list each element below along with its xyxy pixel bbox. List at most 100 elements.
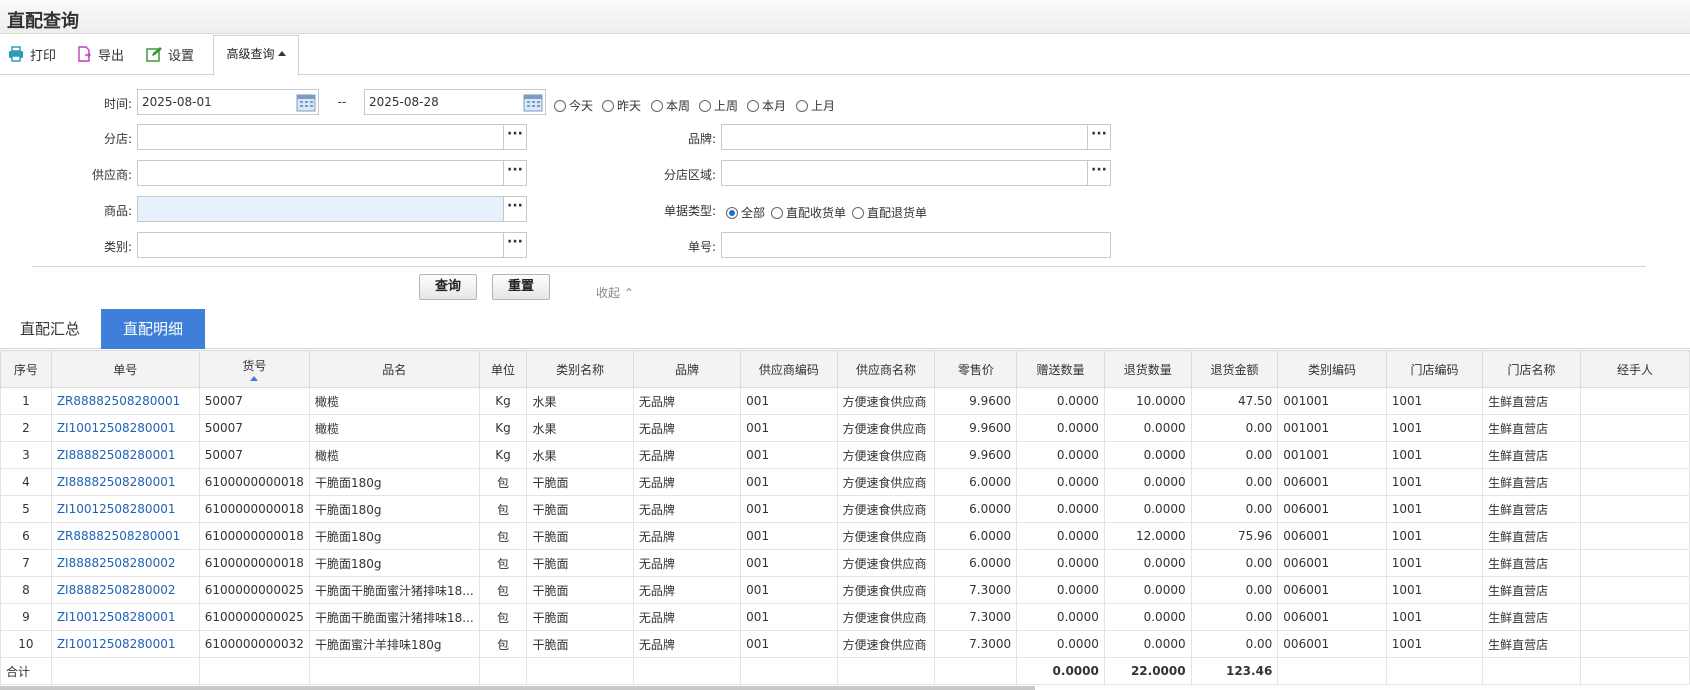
doc-number-link[interactable]: ZI88882508280001 xyxy=(50,468,200,496)
table-cell: 0.0000 xyxy=(1103,576,1192,604)
radio-label: 上周 xyxy=(714,99,739,113)
radio-yesterday[interactable]: 昨天 xyxy=(602,97,641,114)
radio-last-week[interactable]: 上周 xyxy=(699,97,738,114)
radio-circle xyxy=(651,99,663,112)
brand-input[interactable] xyxy=(721,124,1088,150)
table-row[interactable]: 3 ZI88882508280001 50007 橄榄 Kg 水果 无品牌 001 方便速食供应… xyxy=(0,441,1690,469)
doc-number-link[interactable]: ZI88882508280002 xyxy=(50,549,200,577)
collapse-link[interactable]: 收起 ⌃ xyxy=(596,284,634,301)
column-header[interactable]: 品名 xyxy=(308,350,480,388)
doc-number-link[interactable]: ZR88882508280001 xyxy=(50,522,200,550)
column-header[interactable]: 门店名称 xyxy=(1482,350,1581,388)
category-picker-button[interactable]: ··· xyxy=(503,232,527,258)
table-row[interactable]: 9 ZI10012508280001 6100000000025 干脆面干脆面蜜汁猪排… xyxy=(0,603,1690,631)
supplier-input[interactable] xyxy=(137,160,504,186)
column-header[interactable]: 品牌 xyxy=(632,350,742,388)
table-cell: 生鲜直营店 xyxy=(1482,603,1581,631)
radio-last-month[interactable]: 上月 xyxy=(796,97,835,114)
store-picker-button[interactable]: ··· xyxy=(503,124,527,150)
column-header[interactable]: 供应商编码 xyxy=(740,350,838,388)
radio-today[interactable]: 今天 xyxy=(554,97,593,114)
region-input[interactable] xyxy=(721,160,1088,186)
date-to-input[interactable]: 2025-08-28 xyxy=(364,89,546,115)
doc-number-link[interactable]: ZI10012508280001 xyxy=(50,630,200,658)
table-row[interactable]: 8 ZI88882508280002 6100000000025 干脆面干脆面蜜汁猪排… xyxy=(0,576,1690,604)
column-header[interactable]: 类别名称 xyxy=(526,350,634,388)
doc-number-link[interactable]: ZI10012508280001 xyxy=(50,414,200,442)
doc-number-link[interactable]: ZR88882508280001 xyxy=(50,387,200,415)
docno-input[interactable] xyxy=(721,232,1111,258)
horizontal-scrollbar[interactable] xyxy=(0,686,1035,690)
table-cell: 无品牌 xyxy=(632,387,742,415)
reset-button[interactable]: 重置 xyxy=(492,274,550,300)
radio-doctype-all[interactable]: 全部 xyxy=(726,204,765,221)
supplier-picker-button[interactable]: ··· xyxy=(503,160,527,186)
table-cell: 0.0000 xyxy=(1016,549,1105,577)
table-cell: 0.00 xyxy=(1190,495,1279,523)
table-cell: 1001 xyxy=(1385,495,1484,523)
column-header[interactable]: 单位 xyxy=(478,350,528,388)
column-header[interactable]: 类别编码 xyxy=(1277,350,1387,388)
table-cell: 0.00 xyxy=(1190,603,1279,631)
query-button[interactable]: 查询 xyxy=(419,274,477,300)
table-cell: 无品牌 xyxy=(632,630,742,658)
total-cell: 123.46 xyxy=(1190,657,1279,685)
radio-doctype-return[interactable]: 直配退货单 xyxy=(852,204,927,221)
table-row[interactable]: 7 ZI88882508280002 6100000000018 干脆面180g 包干脆… xyxy=(0,549,1690,577)
column-header[interactable]: 门店编码 xyxy=(1385,350,1484,388)
doc-number-link[interactable]: ZI88882508280002 xyxy=(50,576,200,604)
column-header[interactable]: 零售价 xyxy=(934,350,1018,388)
category-input[interactable] xyxy=(137,232,504,258)
radio-label: 直配退货单 xyxy=(867,206,928,220)
radio-this-week[interactable]: 本周 xyxy=(651,97,690,114)
table-cell: 干脆面 xyxy=(526,468,634,496)
column-header[interactable]: 退货数量 xyxy=(1103,350,1192,388)
brand-picker-button[interactable]: ··· xyxy=(1087,124,1111,150)
column-header-label: 赠送数量 xyxy=(1036,362,1085,377)
column-header[interactable]: 退货金额 xyxy=(1190,350,1279,388)
table-row[interactable]: 6 ZR88882508280001 6100000000018 干脆面180g 包干脆… xyxy=(0,522,1690,550)
column-header-label: 门店名称 xyxy=(1507,362,1556,377)
table-cell: 006001 xyxy=(1277,468,1387,496)
print-button[interactable]: 打印 xyxy=(8,44,56,64)
radio-doctype-receipt[interactable]: 直配收货单 xyxy=(771,204,846,221)
table-cell: 001 xyxy=(740,414,838,442)
table-cell: 50007 xyxy=(198,387,310,415)
column-header[interactable]: 单号 xyxy=(50,350,200,388)
total-cell xyxy=(198,657,310,685)
tab-detail[interactable]: 直配明细 xyxy=(101,309,205,349)
store-input[interactable] xyxy=(137,124,504,150)
column-header-label: 类别编码 xyxy=(1308,362,1357,377)
table-cell xyxy=(1579,495,1690,523)
column-header-label: 品牌 xyxy=(674,362,699,377)
tab-summary[interactable]: 直配汇总 xyxy=(0,309,100,349)
doc-number-link[interactable]: ZI10012508280001 xyxy=(50,495,200,523)
advanced-query-tab[interactable]: 高级查询 xyxy=(213,35,299,76)
export-button[interactable]: 导出 xyxy=(76,44,124,64)
table-row[interactable]: 10 ZI10012508280001 6100000000032 干脆面蜜汁羊排味1… xyxy=(0,630,1690,658)
table-cell: 1001 xyxy=(1385,522,1484,550)
table-row[interactable]: 4 ZI88882508280001 6100000000018 干脆面180g 包干脆… xyxy=(0,468,1690,496)
table-row[interactable]: 1 ZR88882508280001 50007 橄榄 Kg 水果 无品牌 001 方便速食供应… xyxy=(0,387,1690,415)
product-input[interactable] xyxy=(137,196,504,222)
column-header[interactable]: 序号 xyxy=(0,350,52,388)
radio-this-month[interactable]: 本月 xyxy=(747,97,786,114)
table-cell: 6.0000 xyxy=(934,549,1018,577)
table-cell: 生鲜直营店 xyxy=(1482,576,1581,604)
table-row[interactable]: 2 ZI10012508280001 50007 橄榄 Kg 水果 无品牌 001 方便速食供应… xyxy=(0,414,1690,442)
calendar-icon[interactable] xyxy=(523,92,543,112)
column-header-label: 退货金额 xyxy=(1210,362,1259,377)
settings-button[interactable]: 设置 xyxy=(146,44,194,64)
table-row[interactable]: 5 ZI10012508280001 6100000000018 干脆面180g 包干脆… xyxy=(0,495,1690,523)
column-header[interactable]: 货号 xyxy=(198,350,310,388)
total-cell xyxy=(836,657,936,685)
column-header[interactable]: 经手人 xyxy=(1579,350,1690,388)
doc-number-link[interactable]: ZI88882508280001 xyxy=(50,441,200,469)
region-picker-button[interactable]: ··· xyxy=(1087,160,1111,186)
column-header[interactable]: 赠送数量 xyxy=(1016,350,1105,388)
product-picker-button[interactable]: ··· xyxy=(503,196,527,222)
calendar-icon[interactable] xyxy=(296,92,316,112)
column-header[interactable]: 供应商名称 xyxy=(836,350,936,388)
date-from-input[interactable]: 2025-08-01 xyxy=(137,89,319,115)
doc-number-link[interactable]: ZI10012508280001 xyxy=(50,603,200,631)
